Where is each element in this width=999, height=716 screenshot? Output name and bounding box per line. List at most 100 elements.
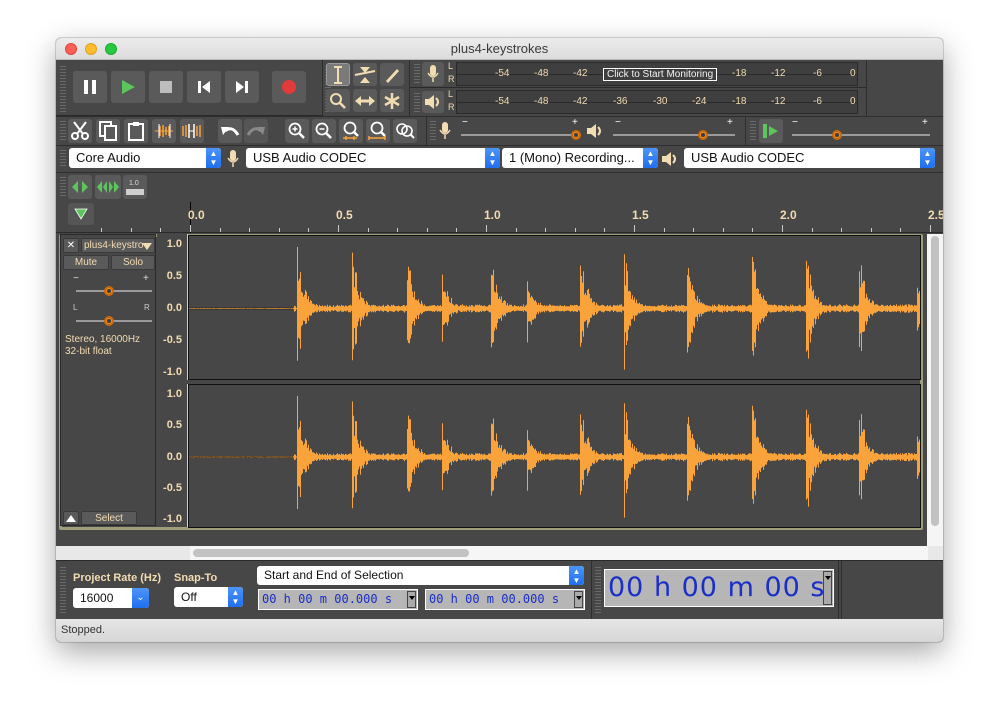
ruler-tick xyxy=(663,228,665,232)
selection-start-time[interactable]: 00 h 00 m 00.000 s xyxy=(258,589,418,610)
play-at-speed-loop-button[interactable] xyxy=(95,175,121,199)
timeline-ruler[interactable]: 0.0 0.5 1.0 1.5 2.0 2.5 xyxy=(56,200,943,233)
skip-to-start-button[interactable] xyxy=(187,71,221,103)
pan-slider[interactable] xyxy=(76,320,152,322)
waveform-left-channel[interactable] xyxy=(188,235,921,380)
select-track-button[interactable]: Select xyxy=(81,511,137,525)
vertical-scrollbar[interactable] xyxy=(927,234,943,546)
time-format-dropdown[interactable] xyxy=(407,591,416,608)
vertical-scrollbar-thumb[interactable] xyxy=(931,236,939,526)
collapse-track-button[interactable] xyxy=(63,511,79,525)
toolbar-grip[interactable] xyxy=(60,121,66,141)
toolbar-grip[interactable] xyxy=(60,567,66,613)
solo-button[interactable]: Solo xyxy=(111,255,155,270)
meter-tick: -6 xyxy=(813,96,822,107)
vertical-ruler-right-channel[interactable]: 1.0 0.5 0.0 -0.5 -1.0 xyxy=(157,384,188,527)
gain-slider[interactable] xyxy=(76,290,152,292)
fit-project-button[interactable] xyxy=(366,119,390,143)
toolbar-grip[interactable] xyxy=(430,121,436,141)
playback-meter[interactable]: -54 -48 -42 -36 -30 -24 -18 -12 -6 0 xyxy=(456,90,858,114)
time-shift-tool-button[interactable] xyxy=(353,89,377,112)
start-monitoring-button[interactable]: Click to Start Monitoring xyxy=(603,68,718,81)
undo-button[interactable] xyxy=(218,119,242,143)
play-at-speed-button[interactable] xyxy=(759,119,783,143)
toolbar-grip[interactable] xyxy=(60,66,66,112)
playback-volume-knob[interactable] xyxy=(698,130,708,140)
record-volume-knob[interactable] xyxy=(571,130,581,140)
gain-slider-knob[interactable] xyxy=(104,286,114,296)
copy-button[interactable] xyxy=(96,119,120,143)
skip-to-end-button[interactable] xyxy=(225,71,259,103)
toolbar-grip[interactable] xyxy=(414,93,420,113)
playback-volume-slider[interactable] xyxy=(613,134,735,136)
zoom-out-button[interactable] xyxy=(312,119,336,143)
track-menu-button[interactable]: plus4-keystro xyxy=(81,238,155,253)
audio-position-time[interactable]: 00 h 00 m 00 s xyxy=(604,569,834,607)
project-rate-select[interactable]: 16000 ⌄ xyxy=(73,588,149,608)
playback-speed-slider[interactable] xyxy=(792,134,930,136)
audio-host-select[interactable]: Core Audio ▲ ▼ xyxy=(69,148,221,168)
selection-end-time[interactable]: 00 h 00 m 00.000 s xyxy=(425,589,585,610)
amplitude-label: -1.0 xyxy=(163,366,182,378)
recording-device-select[interactable]: USB Audio CODEC ▲ ▼ xyxy=(246,148,500,168)
draw-tool-button[interactable] xyxy=(380,63,404,86)
vertical-ruler-left-channel[interactable]: 1.0 0.5 0.0 -0.5 -1.0 xyxy=(157,234,188,380)
waveform-right-svg xyxy=(189,395,920,518)
meter-tick: 0 xyxy=(850,96,856,107)
ruler-tick xyxy=(752,228,754,232)
speed-setting-button[interactable]: 1.0 xyxy=(123,175,147,199)
record-button[interactable] xyxy=(272,71,306,103)
selection-tool-button[interactable] xyxy=(326,63,350,86)
play-button[interactable] xyxy=(111,71,145,103)
fit-selection-button[interactable] xyxy=(339,119,363,143)
time-format-dropdown[interactable] xyxy=(574,591,583,608)
pause-button[interactable] xyxy=(73,71,107,103)
zoom-window-button[interactable] xyxy=(105,43,117,55)
time-format-dropdown[interactable] xyxy=(823,571,832,605)
redo-button[interactable] xyxy=(244,119,268,143)
cut-button[interactable] xyxy=(68,119,92,143)
zoom-in-button[interactable] xyxy=(285,119,309,143)
timeline-options-button[interactable] xyxy=(68,203,94,225)
playback-speed-knob[interactable] xyxy=(832,130,842,140)
horizontal-scrollbar[interactable] xyxy=(190,546,928,560)
toolbar-grip[interactable] xyxy=(60,150,66,168)
speaker-icon xyxy=(425,95,439,109)
play-at-speed-once-button[interactable] xyxy=(68,175,92,199)
multi-tool-button[interactable] xyxy=(380,89,404,112)
triangle-down-icon xyxy=(74,208,88,220)
mute-button[interactable]: Mute xyxy=(63,255,109,270)
envelope-tool-button[interactable] xyxy=(353,63,377,86)
horizontal-scrollbar-thumb[interactable] xyxy=(193,549,469,557)
playback-meter-button[interactable] xyxy=(422,91,444,113)
silence-audio-button[interactable] xyxy=(180,119,204,143)
ruler-tick xyxy=(486,225,487,232)
zoom-toggle-button[interactable] xyxy=(393,119,417,143)
snap-to-select[interactable]: Off ▲ ▼ xyxy=(174,587,243,607)
track-close-button[interactable]: ✕ xyxy=(63,238,79,253)
paste-button[interactable] xyxy=(124,119,148,143)
toolbar-grip[interactable] xyxy=(750,121,756,141)
playback-device-select[interactable]: USB Audio CODEC ▲ ▼ xyxy=(684,148,935,168)
record-meter-toolbar: L R -54 -48 -42 -18 -12 -6 0 Click to St… xyxy=(410,60,866,88)
toolbar-grip[interactable] xyxy=(595,567,601,613)
play-both-icon xyxy=(72,181,88,193)
trim-audio-button[interactable] xyxy=(152,119,176,143)
ruler-label: 0.5 xyxy=(336,208,353,222)
selection-mode-select[interactable]: Start and End of Selection ▲ ▼ xyxy=(257,566,584,585)
record-volume-slider[interactable] xyxy=(461,134,581,136)
zoom-tool-button[interactable] xyxy=(326,89,350,112)
pan-slider-knob[interactable] xyxy=(104,316,114,326)
toolbar-grip[interactable] xyxy=(60,177,66,196)
toolbar-grip[interactable] xyxy=(414,64,420,84)
record-meter-button[interactable] xyxy=(422,62,444,86)
minimize-window-button[interactable] xyxy=(85,43,97,55)
record-meter[interactable]: -54 -48 -42 -18 -12 -6 0 Click to Start … xyxy=(456,62,858,86)
recording-channels-select[interactable]: 1 (Mono) Recording... ▲ ▼ xyxy=(502,148,658,168)
microphone-icon xyxy=(439,122,451,139)
waveform-right-channel[interactable] xyxy=(188,384,921,528)
ruler-tick xyxy=(219,228,221,232)
stop-button[interactable] xyxy=(149,71,183,103)
close-window-button[interactable] xyxy=(65,43,77,55)
chevron-updown-icon: ▲ ▼ xyxy=(228,587,243,607)
